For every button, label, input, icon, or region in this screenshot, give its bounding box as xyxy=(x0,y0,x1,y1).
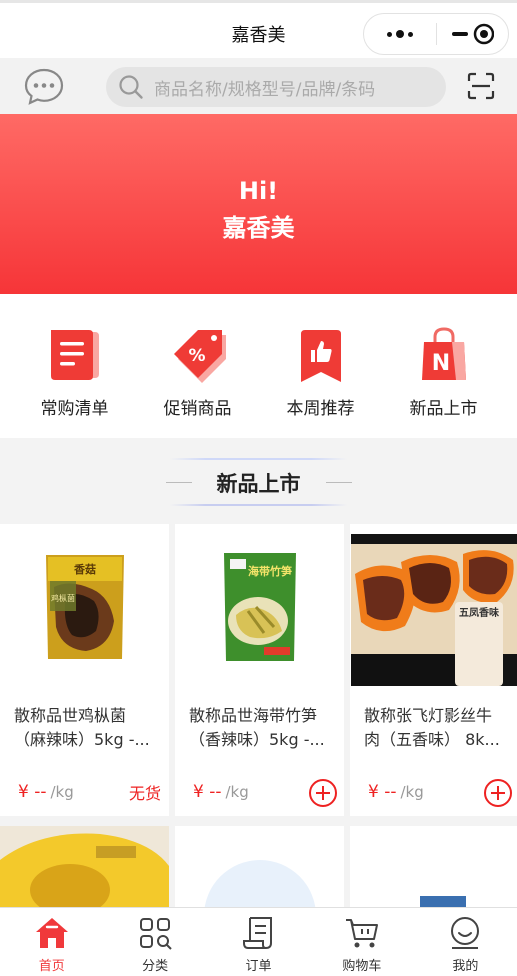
product-price: ¥ --/kg xyxy=(193,782,249,802)
tab-cart[interactable]: 购物车 xyxy=(310,908,413,976)
list-document-icon xyxy=(50,330,99,380)
category-new-arrivals[interactable]: N 新品上市 xyxy=(382,294,505,438)
product-price: ¥ --/kg xyxy=(368,782,424,802)
profile-icon xyxy=(451,917,480,949)
tab-label: 我的 xyxy=(452,959,479,974)
svg-text:N: N xyxy=(431,351,449,376)
product-name: 散称张飞灯影丝牛肉（五香味） 8k... xyxy=(364,706,500,749)
category-label: 常购清单 xyxy=(40,399,109,419)
section-divider xyxy=(170,504,347,506)
product-card[interactable] xyxy=(0,826,169,910)
add-to-cart-icon[interactable] xyxy=(483,778,513,808)
product-name: 散称品世鸡枞菌（麻辣味）5kg -... xyxy=(14,706,150,749)
product-card[interactable]: 五凤香味 散称张飞灯影丝牛肉（五香味） 8k... ¥ --/kg xyxy=(350,524,517,816)
scan-icon[interactable] xyxy=(467,72,495,100)
product-package-image: 海带竹笋 xyxy=(223,553,296,661)
section-divider xyxy=(170,458,347,460)
search-row: 商品名称/规格型号/品牌/条码 xyxy=(0,58,517,114)
product-image: 五凤香味 xyxy=(350,524,517,690)
product-footer: ¥ --/kg xyxy=(350,768,517,816)
tab-category[interactable]: 分类 xyxy=(103,908,206,976)
placeholder-image xyxy=(175,826,344,910)
category-label: 本周推荐 xyxy=(286,399,355,419)
svg-text:%: % xyxy=(188,346,205,366)
discount-tag-icon: % xyxy=(173,330,226,383)
package-brand-text: 香菇 xyxy=(73,562,96,576)
search-icon xyxy=(119,75,143,99)
product-footer: ¥ --/kg xyxy=(175,768,344,816)
minimize-icon xyxy=(452,23,495,45)
category-label: 促销商品 xyxy=(163,399,232,419)
mini-program-capsule xyxy=(363,13,509,55)
category-weekly-picks[interactable]: 本周推荐 xyxy=(259,294,382,438)
price-value: ¥ -- xyxy=(193,782,222,802)
welcome-banner: Hi! 嘉香美 xyxy=(0,114,517,294)
package-label-text: 鸡枞菌 xyxy=(51,593,75,603)
navigation-bar: 嘉香美 xyxy=(0,0,517,58)
price-value: ¥ -- xyxy=(368,782,397,802)
category-shortcuts: 常购清单 % 促销商品 本周推荐 N 新品上市 xyxy=(0,294,517,438)
scroll-label-text: 五凤香味 xyxy=(459,606,499,619)
bottom-tab-bar: 首页 分类 订单 购物车 我的 xyxy=(0,907,517,976)
home-page: 嘉香美 商品名称/规格型号/品牌/条码 Hi! 嘉香美 常购清单 % 促销商品 … xyxy=(0,0,517,976)
search-placeholder: 商品名称/规格型号/品牌/条码 xyxy=(154,79,376,100)
home-icon xyxy=(35,918,68,948)
out-of-stock-label: 无货 xyxy=(128,784,161,803)
more-button[interactable] xyxy=(364,14,436,54)
cart-icon xyxy=(345,919,378,948)
tab-label: 订单 xyxy=(245,959,272,974)
message-icon[interactable] xyxy=(24,67,64,105)
price-value: ¥ -- xyxy=(18,782,47,802)
price-unit: /kg xyxy=(50,783,74,801)
add-to-cart-icon[interactable] xyxy=(308,778,338,808)
product-card[interactable] xyxy=(175,826,344,910)
close-button[interactable] xyxy=(437,14,509,54)
search-input[interactable]: 商品名称/规格型号/品牌/条码 xyxy=(106,67,446,107)
tab-profile[interactable]: 我的 xyxy=(414,908,517,976)
product-package-image xyxy=(0,826,169,910)
product-package-image xyxy=(350,826,517,910)
shopping-bag-new-icon: N xyxy=(421,327,466,380)
price-unit: /kg xyxy=(225,783,249,801)
product-image: 香菇 鸡枞菌 xyxy=(0,524,169,690)
tab-home[interactable]: 首页 xyxy=(0,908,103,976)
tab-label: 分类 xyxy=(142,959,169,974)
product-package-image: 香菇 鸡枞菌 xyxy=(45,555,124,659)
product-photo-image: 五凤香味 xyxy=(351,534,517,686)
thumbs-up-bookmark-icon xyxy=(300,330,341,382)
more-dots-icon xyxy=(386,30,413,38)
package-brand-text: 海带竹笋 xyxy=(248,564,292,578)
section-divider xyxy=(326,482,352,483)
price-unit: /kg xyxy=(400,783,424,801)
tab-label: 首页 xyxy=(38,959,65,974)
banner-store-name: 嘉香美 xyxy=(222,214,295,242)
category-label: 新品上市 xyxy=(409,399,478,419)
product-image: 海带竹笋 xyxy=(175,524,344,690)
order-scroll-icon xyxy=(242,917,272,949)
product-card[interactable]: 海带竹笋 散称品世海带竹笋（香辣味）5kg -... ¥ --/kg xyxy=(175,524,344,816)
tab-label: 购物车 xyxy=(342,959,382,974)
product-footer: ¥ --/kg 无货 xyxy=(0,768,169,816)
category-frequent-list[interactable]: 常购清单 xyxy=(13,294,136,438)
product-name: 散称品世海带竹笋（香辣味）5kg -... xyxy=(189,706,325,749)
category-promotions[interactable]: % 促销商品 xyxy=(136,294,259,438)
section-title: 新品上市 xyxy=(216,472,301,496)
product-card[interactable] xyxy=(350,826,517,910)
product-price: ¥ --/kg xyxy=(18,782,74,802)
category-grid-icon xyxy=(140,918,172,950)
banner-greeting: Hi! xyxy=(238,177,279,205)
product-card[interactable]: 香菇 鸡枞菌 散称品世鸡枞菌（麻辣味）5kg -... ¥ --/kg 无货 xyxy=(0,524,169,816)
new-arrivals-section-header: 新品上市 xyxy=(0,438,517,524)
tab-orders[interactable]: 订单 xyxy=(207,908,310,976)
